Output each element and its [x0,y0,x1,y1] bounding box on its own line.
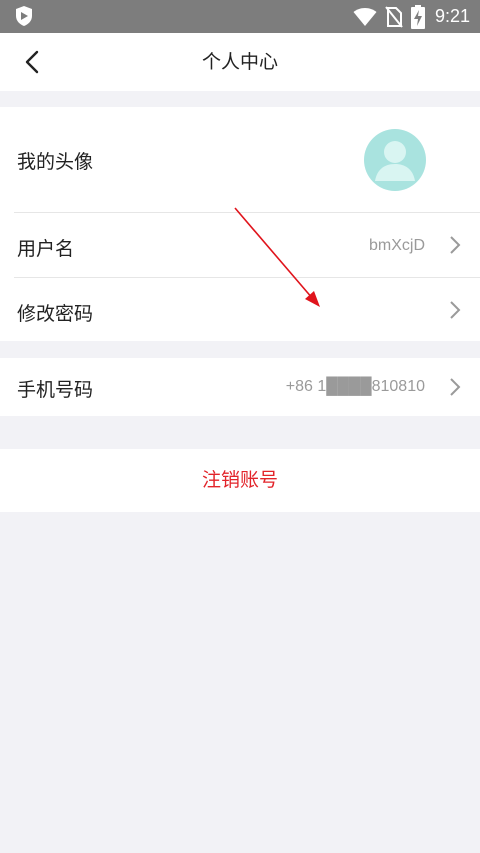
avatar[interactable] [364,129,426,191]
chevron-right-icon [450,236,461,254]
contact-section: 手机号码 +86 1████810810 [0,358,480,416]
battery-charging-icon [410,4,425,29]
wifi-icon [353,7,377,26]
username-label: 用户名 [17,238,75,260]
no-sim-icon [385,5,403,28]
phone-row[interactable]: 手机号码 +86 1████810810 [0,358,480,416]
logout-button[interactable]: 注销账号 [0,449,480,512]
chevron-right-icon [450,378,461,396]
avatar-label: 我的头像 [17,151,94,173]
phone-label: 手机号码 [17,379,94,401]
profile-section: 我的头像 用户名 bmXcjD 修改密码 [0,107,480,341]
avatar-person-icon [375,141,415,181]
shield-icon [16,6,32,26]
username-row[interactable]: 用户名 bmXcjD [0,213,480,277]
nav-bar: 个人中心 [0,33,480,91]
chevron-right-icon [450,301,461,319]
page-title: 个人中心 [201,51,278,73]
status-bar: 9:21 [0,0,480,33]
status-icons: 9:21 [353,0,470,33]
username-value: bmXcjD [368,237,425,254]
change-password-label: 修改密码 [17,303,94,325]
phone-value: +86 1████810810 [285,378,425,395]
account-section: 注销账号 [0,449,480,512]
status-time: 9:21 [434,6,470,26]
change-password-row[interactable]: 修改密码 [0,278,480,341]
avatar-row[interactable]: 我的头像 [0,107,480,212]
